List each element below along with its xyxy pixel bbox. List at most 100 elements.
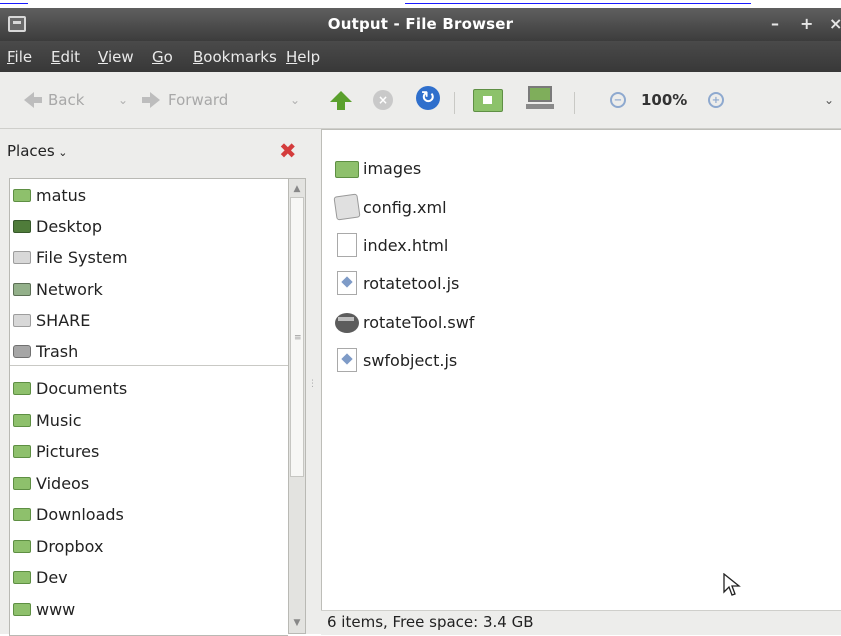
places-divider xyxy=(10,365,288,366)
computer-icon xyxy=(526,86,554,110)
chevron-down-icon: ⌄ xyxy=(824,93,835,107)
places-list: matus Desktop File System Network SHARE … xyxy=(9,178,288,636)
zoom-in-button[interactable]: + xyxy=(708,88,724,112)
close-window-button[interactable]: × xyxy=(829,14,841,33)
forward-button[interactable]: Forward xyxy=(142,88,228,112)
mouse-cursor-icon xyxy=(723,573,741,596)
background-document-strip xyxy=(0,0,841,8)
title-bar[interactable]: Output - File Browser – + × xyxy=(0,8,841,41)
folder-icon xyxy=(13,570,31,584)
up-button[interactable] xyxy=(330,84,352,110)
zoom-out-button[interactable]: − xyxy=(610,88,626,112)
folder-icon xyxy=(335,161,359,178)
file-name: rotateTool.swf xyxy=(363,312,475,332)
menu-bookmarks[interactable]: Bookmarks xyxy=(193,48,277,66)
place-label: Desktop xyxy=(36,216,102,236)
desktop-icon xyxy=(13,219,31,233)
sidebar: Places ⌄ ✖ matus Desktop File System Net… xyxy=(0,129,316,636)
file-name: index.html xyxy=(363,235,449,255)
file-item-rotatetool-js[interactable]: rotatetool.js xyxy=(335,264,459,302)
file-item-rotatetool-swf[interactable]: rotateTool.swf xyxy=(335,303,474,341)
scroll-down-arrow-icon[interactable]: ▼ xyxy=(289,615,305,631)
minimize-button[interactable]: – xyxy=(771,14,779,33)
maximize-button[interactable]: + xyxy=(800,14,813,33)
js-file-icon xyxy=(337,271,357,295)
bookmark-label: Dropbox xyxy=(36,536,104,556)
bookmark-label: Music xyxy=(36,410,82,430)
folder-icon xyxy=(13,507,31,521)
place-item-file-system[interactable]: File System xyxy=(10,241,128,273)
menu-go[interactable]: Go xyxy=(152,48,173,66)
toolbar-separator xyxy=(454,92,455,114)
bookmark-item-documents[interactable]: Documents xyxy=(10,372,127,404)
zoom-in-icon: + xyxy=(708,92,724,108)
folder-icon xyxy=(13,444,31,458)
places-label: Places xyxy=(7,142,55,160)
bookmark-label: www xyxy=(36,599,76,619)
trash-icon xyxy=(13,344,31,358)
bookmark-item-videos[interactable]: Videos xyxy=(10,467,89,499)
back-button[interactable]: Back xyxy=(24,88,84,112)
place-label: SHARE xyxy=(36,310,91,330)
back-history-dropdown[interactable]: ⌄ xyxy=(118,88,128,112)
js-file-icon xyxy=(337,348,357,372)
place-item-trash[interactable]: Trash xyxy=(10,335,78,367)
back-arrow-icon xyxy=(24,92,42,108)
window-title: Output - File Browser xyxy=(327,15,514,33)
grip-icon: ⋮ xyxy=(308,379,317,389)
menu-edit[interactable]: Edit xyxy=(51,48,80,66)
folder-icon xyxy=(13,539,31,553)
file-item-swfobject-js[interactable]: swfobject.js xyxy=(335,341,457,379)
sidebar-scrollbar[interactable]: ▲ ≡ ▼ xyxy=(288,178,306,634)
menu-view[interactable]: View xyxy=(98,48,134,66)
bookmark-item-dev[interactable]: Dev xyxy=(10,561,68,593)
stop-icon: × xyxy=(373,90,393,110)
status-bar: 6 items, Free space: 3.4 GB xyxy=(321,610,841,635)
close-sidebar-button[interactable]: ✖ xyxy=(279,139,297,163)
place-item-share[interactable]: SHARE xyxy=(10,304,90,336)
menu-bar: File Edit View Go Bookmarks Help xyxy=(0,41,841,72)
forward-label: Forward xyxy=(168,91,229,109)
menu-file[interactable]: File xyxy=(7,48,32,66)
bookmark-item-www[interactable]: www xyxy=(10,593,75,625)
folder-icon xyxy=(13,476,31,490)
folder-icon xyxy=(13,413,31,427)
place-item-desktop[interactable]: Desktop xyxy=(10,210,102,242)
home-button[interactable] xyxy=(473,88,503,112)
place-item-matus[interactable]: matus xyxy=(10,179,86,211)
computer-button[interactable] xyxy=(526,86,554,110)
places-dropdown[interactable]: Places ⌄ xyxy=(7,142,67,160)
stop-button[interactable]: × xyxy=(373,88,393,112)
folder-icon xyxy=(13,381,31,395)
place-label: Trash xyxy=(36,341,79,361)
file-name: rotatetool.js xyxy=(363,273,460,293)
swf-file-icon xyxy=(335,313,359,333)
file-name: config.xml xyxy=(363,197,447,217)
bookmark-item-dropbox[interactable]: Dropbox xyxy=(10,530,103,562)
forward-history-dropdown[interactable]: ⌄ xyxy=(290,88,300,112)
up-arrow-icon xyxy=(330,90,352,110)
bookmark-label: Downloads xyxy=(36,504,124,524)
scroll-up-arrow-icon[interactable]: ▲ xyxy=(289,181,305,197)
network-icon xyxy=(13,282,31,296)
scrollbar-thumb[interactable]: ≡ xyxy=(290,197,304,477)
forward-arrow-icon xyxy=(142,92,160,108)
bookmark-item-pictures[interactable]: Pictures xyxy=(10,435,99,467)
file-name: swfobject.js xyxy=(363,350,458,370)
bookmark-item-downloads[interactable]: Downloads xyxy=(10,498,124,530)
file-item-config-xml[interactable]: config.xml xyxy=(333,188,447,226)
html-file-icon xyxy=(337,233,357,257)
file-item-index-html[interactable]: index.html xyxy=(335,226,448,264)
drive-icon xyxy=(13,313,31,327)
menu-help[interactable]: Help xyxy=(286,48,320,66)
file-item-images[interactable]: images xyxy=(335,149,421,187)
pane-resize-handle[interactable]: ⋮ xyxy=(306,129,317,634)
chevron-down-icon: ⌄ xyxy=(290,93,301,107)
reload-button[interactable]: ↻ xyxy=(416,86,440,110)
toolbar-overflow-dropdown[interactable]: ⌄ xyxy=(824,88,834,112)
chevron-down-icon: ⌄ xyxy=(54,146,68,159)
reload-icon: ↻ xyxy=(416,86,440,110)
place-item-network[interactable]: Network xyxy=(10,273,103,305)
bookmark-item-music[interactable]: Music xyxy=(10,404,82,436)
back-label: Back xyxy=(48,91,85,109)
